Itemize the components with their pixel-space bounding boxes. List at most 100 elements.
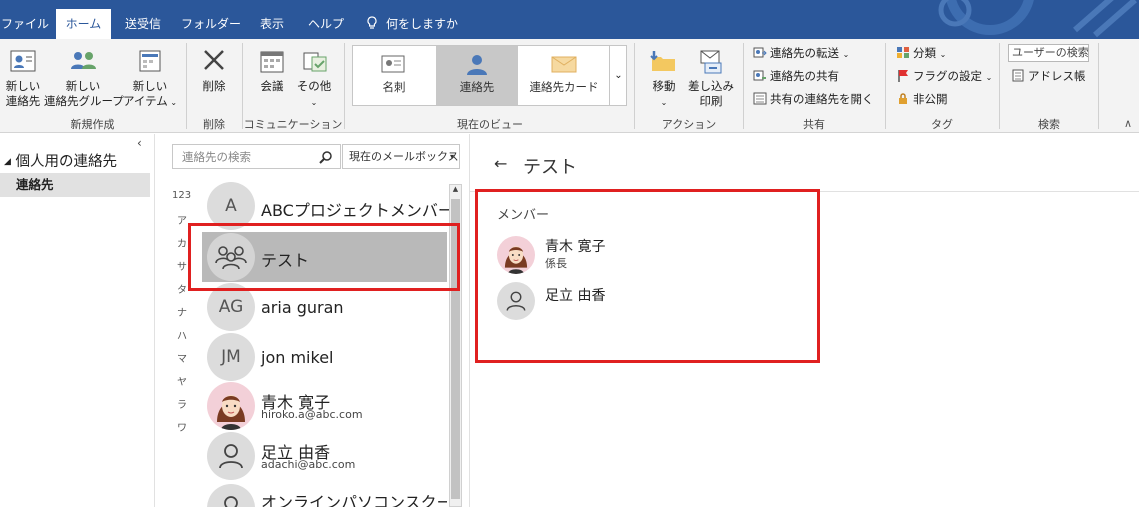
new-contact-button[interactable]: 新しい 連絡先 <box>2 47 44 109</box>
contact-name: オンラインパソコンスクール… <box>261 493 447 507</box>
expand-triangle-icon: ◢ <box>4 157 11 167</box>
index-na[interactable]: ナ <box>177 304 187 319</box>
search-scope-dropdown[interactable]: 現在のメールボックス ▾ <box>342 144 460 169</box>
group-label-current-view: 現在のビュー <box>457 118 523 131</box>
index-a[interactable]: ア <box>177 212 187 227</box>
chevron-down-icon: ⌄ <box>842 50 850 59</box>
lightbulb-icon <box>366 11 378 29</box>
collapse-pane-icon[interactable]: ‹ <box>137 136 142 150</box>
index-ka[interactable]: カ <box>177 235 187 250</box>
folder-move-icon <box>650 51 675 71</box>
share-contacts-icon <box>753 70 766 81</box>
search-icon <box>319 151 332 164</box>
contact-name: aria guran <box>261 298 344 317</box>
tab-file[interactable]: ファイル <box>0 9 50 39</box>
contact-email: adachi@abc.com <box>261 458 356 471</box>
shared-contacts-icon <box>753 92 767 105</box>
address-book-button[interactable]: アドレス帳 <box>1011 67 1086 85</box>
index-wa[interactable]: ワ <box>177 419 187 434</box>
group-label-new: 新規作成 <box>70 118 115 131</box>
person-outline-icon <box>219 444 243 469</box>
contact-list-pane: 連絡先の検索 現在のメールボックス ▾ 123 ア カ サ タ ナ ハ マ ヤ ラ… <box>155 134 470 507</box>
gallery-expand-button[interactable]: ⌄ <box>609 46 627 105</box>
woman-avatar-icon <box>217 395 245 430</box>
chevron-down-icon: ▾ <box>449 152 454 161</box>
contact-email: hiroko.a@abc.com <box>261 408 363 421</box>
tell-me-box[interactable]: 何をしますか <box>366 9 466 39</box>
search-people-input[interactable]: ユーザーの検索 <box>1008 44 1089 62</box>
follow-up-button[interactable]: フラグの設定 ⌄ <box>896 67 992 87</box>
index-ma[interactable]: マ <box>177 350 187 365</box>
index-123[interactable]: 123 <box>172 190 191 201</box>
ribbon-tab-bar: ファイル ホーム 送受信 フォルダー 表示 ヘルプ 何をしますか <box>0 0 1139 39</box>
delete-x-icon <box>204 50 224 70</box>
tell-me-text: 何をしますか <box>386 17 459 31</box>
contact-row[interactable]: JM jon mikel <box>202 333 447 381</box>
contact-row[interactable]: オンラインパソコンスクール… <box>202 482 447 507</box>
highlight-box-selected-group <box>188 223 460 291</box>
calendar-icon <box>260 51 284 73</box>
tab-send-receive[interactable]: 送受信 <box>117 9 169 39</box>
ribbon: 新しい 連絡先 新しい 連絡先グループ 新しい アイテム ⌄ 新規作成 削除 削… <box>0 39 1139 133</box>
group-label-delete: 削除 <box>203 118 225 131</box>
tab-home[interactable]: ホーム <box>56 9 111 39</box>
chevron-down-icon: ⌄ <box>939 50 947 59</box>
detail-title: テスト <box>523 157 577 178</box>
contact-name: jon mikel <box>261 348 334 367</box>
more-communication-button[interactable]: その他 ⌄ <box>294 47 334 110</box>
group-label-tags: タグ <box>931 118 953 131</box>
delete-button[interactable]: 削除 <box>192 47 236 94</box>
highlight-box-members <box>475 189 820 363</box>
folder-contacts[interactable]: 連絡先 <box>0 173 150 197</box>
envelope-icon <box>551 56 577 73</box>
categorize-icon <box>897 47 909 58</box>
group-label-search: 検索 <box>1038 118 1060 131</box>
flag-icon <box>898 70 908 82</box>
group-label-share: 共有 <box>803 118 825 131</box>
tab-view[interactable]: 表示 <box>252 9 292 39</box>
view-contact-card[interactable]: 連絡先カード <box>519 46 609 105</box>
collapse-ribbon-icon[interactable]: ∧ <box>1124 117 1132 130</box>
view-business-card[interactable]: 名刺 <box>353 46 435 105</box>
index-ra[interactable]: ラ <box>177 396 187 411</box>
address-book-icon <box>1012 69 1024 82</box>
index-ha[interactable]: ハ <box>177 327 187 342</box>
forward-contact-icon <box>753 47 767 58</box>
folder-my-contacts[interactable]: ◢ 個人用の連絡先 <box>4 150 117 171</box>
current-view-gallery: 名刺 連絡先 連絡先カード ⌄ <box>352 45 627 106</box>
scroll-up-arrow-icon[interactable]: ▲ <box>451 185 460 197</box>
move-button[interactable]: 移動 ⌄ <box>642 47 686 110</box>
contact-card-icon <box>10 50 36 72</box>
avatar <box>207 432 255 480</box>
header-decoration <box>938 0 1137 38</box>
index-ya[interactable]: ヤ <box>177 373 187 388</box>
person-outline-icon <box>224 496 238 507</box>
mail-merge-button[interactable]: 差し込み 印刷 <box>687 47 735 109</box>
contact-row[interactable]: 足立 由香 adachi@abc.com <box>202 432 447 480</box>
new-items-button[interactable]: 新しい アイテム ⌄ <box>122 47 178 110</box>
index-ta[interactable]: タ <box>177 281 187 296</box>
chevron-down-icon: ⌄ <box>660 98 668 107</box>
contact-group-icon <box>71 52 96 69</box>
chevron-down-icon: ⌄ <box>310 98 318 107</box>
avatar: JM <box>207 333 255 381</box>
back-arrow-icon[interactable]: ← <box>494 154 507 173</box>
tab-folder[interactable]: フォルダー <box>181 9 241 39</box>
business-card-icon <box>381 55 405 73</box>
new-contact-group-button[interactable]: 新しい 連絡先グループ <box>44 47 124 109</box>
search-placeholder: 連絡先の検索 <box>182 150 251 164</box>
forward-contact-button[interactable]: 連絡先の転送 ⌄ <box>753 44 849 64</box>
index-sa[interactable]: サ <box>177 258 187 273</box>
private-button[interactable]: 非公開 <box>896 90 948 108</box>
view-people[interactable]: 連絡先 <box>436 46 518 105</box>
share-contacts-button[interactable]: 連絡先の共有 <box>753 67 839 85</box>
open-shared-contacts-button[interactable]: 共有の連絡先を開く <box>753 90 874 108</box>
contact-search-box[interactable]: 連絡先の検索 <box>172 144 341 169</box>
mail-merge-icon <box>700 50 722 74</box>
avatar <box>207 484 255 507</box>
categorize-button[interactable]: 分類 ⌄ <box>896 44 946 64</box>
tab-help[interactable]: ヘルプ <box>303 9 349 39</box>
contact-row[interactable]: 青木 寛子 hiroko.a@abc.com <box>202 382 447 430</box>
meeting-button[interactable]: 会議 <box>252 47 292 94</box>
chevron-down-icon: ⌄ <box>614 70 623 81</box>
